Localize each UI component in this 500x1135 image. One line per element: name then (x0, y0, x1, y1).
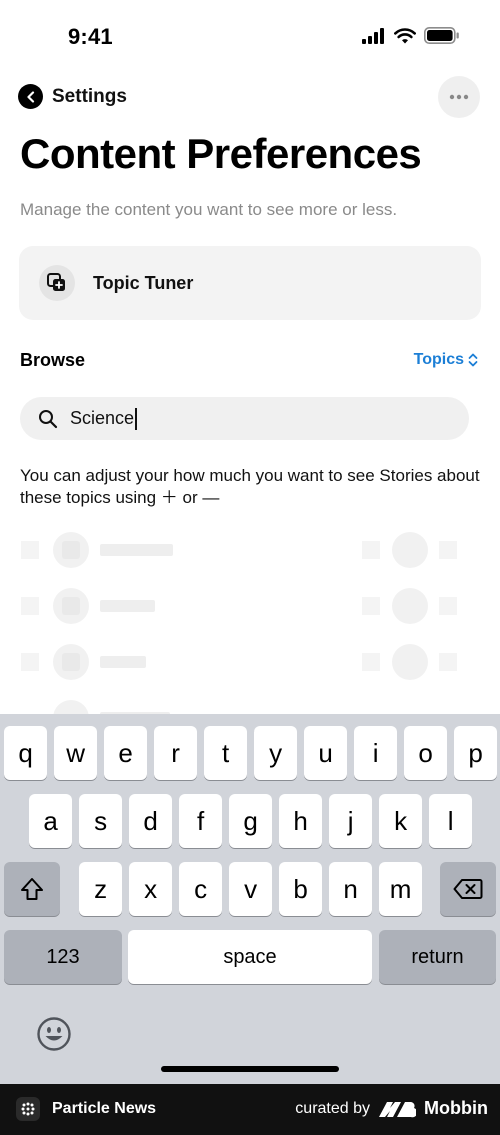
cellular-signal-icon (362, 27, 384, 44)
particle-logo-icon (16, 1097, 40, 1121)
key-w[interactable]: w (54, 726, 98, 780)
key-s[interactable]: s (79, 794, 123, 848)
search-input-value: Science (70, 408, 135, 428)
page-subtitle: Manage the content you want to see more … (20, 200, 398, 219)
status-icons (362, 27, 460, 44)
delete-key[interactable] (440, 862, 496, 916)
search-field[interactable]: Science (20, 397, 469, 440)
back-chevron-icon (18, 84, 43, 109)
key-k[interactable]: k (379, 794, 423, 848)
key-d[interactable]: d (129, 794, 173, 848)
ellipsis-icon (449, 94, 469, 100)
key-n[interactable]: n (329, 862, 373, 916)
page-title: Content Preferences (20, 130, 422, 177)
skeleton-avatar (53, 644, 89, 680)
key-a[interactable]: a (29, 794, 73, 848)
skeleton-block (439, 597, 457, 615)
status-bar: 9:41 (0, 0, 500, 72)
skeleton-block (362, 597, 380, 615)
key-b[interactable]: b (279, 862, 323, 916)
key-m[interactable]: m (379, 862, 423, 916)
skeleton-row (0, 640, 500, 696)
key-x[interactable]: x (129, 862, 173, 916)
shift-key[interactable] (4, 862, 60, 916)
key-u[interactable]: u (304, 726, 348, 780)
footer-app-name: Particle News (52, 1100, 157, 1117)
topic-tuner-label: Topic Tuner (93, 272, 194, 293)
mobbin-brand: Mobbin (424, 1098, 488, 1118)
back-label: Settings (52, 85, 127, 107)
skeleton-row (0, 528, 500, 584)
skeleton-circle (392, 588, 428, 624)
key-e[interactable]: e (104, 726, 148, 780)
key-g[interactable]: g (229, 794, 273, 848)
key-c[interactable]: c (179, 862, 223, 916)
skeleton-block (439, 653, 457, 671)
key-o[interactable]: o (404, 726, 448, 780)
emoji-icon (37, 1017, 71, 1051)
key-h[interactable]: h (279, 794, 323, 848)
return-key[interactable]: return (379, 930, 496, 984)
key-q[interactable]: q (4, 726, 48, 780)
skeleton-block (362, 541, 380, 559)
helper-text: You can adjust your how much you want to… (20, 466, 480, 507)
skeleton-text (100, 544, 173, 556)
numbers-key[interactable]: 123 (4, 930, 122, 984)
nav-bar: Settings (0, 76, 500, 120)
key-i[interactable]: i (354, 726, 398, 780)
curated-by-label: curated by (295, 1099, 371, 1117)
topic-tuner-card[interactable]: Topic Tuner (19, 246, 481, 320)
software-keyboard: qwertyuiop asdfghjkl zxcvbnm 123 space r… (0, 714, 500, 1084)
emoji-key[interactable] (36, 1016, 72, 1052)
key-t[interactable]: t (204, 726, 248, 780)
skeleton-circle (392, 532, 428, 568)
space-key[interactable]: space (128, 930, 372, 984)
search-icon (39, 409, 58, 428)
skeleton-block (21, 653, 39, 671)
skeleton-avatar (53, 588, 89, 624)
key-j[interactable]: j (329, 794, 373, 848)
status-time: 9:41 (68, 24, 113, 49)
key-r[interactable]: r (154, 726, 198, 780)
skeleton-block (439, 541, 457, 559)
skeleton-block (362, 653, 380, 671)
shift-icon (21, 878, 43, 900)
key-v[interactable]: v (229, 862, 273, 916)
browse-heading: Browse (20, 350, 86, 370)
key-f[interactable]: f (179, 794, 223, 848)
skeleton-avatar (53, 532, 89, 568)
topics-filter-dropdown[interactable]: Topics (414, 351, 478, 369)
skeleton-text (100, 600, 155, 612)
key-l[interactable]: l (429, 794, 473, 848)
skeleton-block (21, 597, 39, 615)
footer-bar: Particle News curated by Mobbin (0, 1084, 500, 1135)
topics-filter-label: Topics (413, 351, 464, 368)
back-button[interactable]: Settings (18, 84, 127, 109)
skeleton-row (0, 584, 500, 640)
key-p[interactable]: p (454, 726, 498, 780)
search-input[interactable]: Science (70, 407, 138, 430)
skeleton-circle (392, 644, 428, 680)
key-z[interactable]: z (79, 862, 123, 916)
topic-tuner-icon (39, 265, 75, 301)
key-y[interactable]: y (254, 726, 298, 780)
mobbin-logo-icon (379, 1101, 417, 1117)
skeleton-block (21, 541, 39, 559)
backspace-icon (453, 879, 483, 899)
battery-icon (424, 27, 459, 44)
more-options-button[interactable] (438, 76, 480, 118)
footer-app-info: Particle News (16, 1097, 156, 1121)
skeleton-text (100, 656, 146, 668)
chevron-up-down-icon (468, 353, 478, 367)
wifi-icon (394, 27, 416, 43)
home-indicator (161, 1066, 339, 1072)
footer-credit: curated by Mobbin (295, 1098, 488, 1119)
text-cursor (135, 407, 138, 430)
